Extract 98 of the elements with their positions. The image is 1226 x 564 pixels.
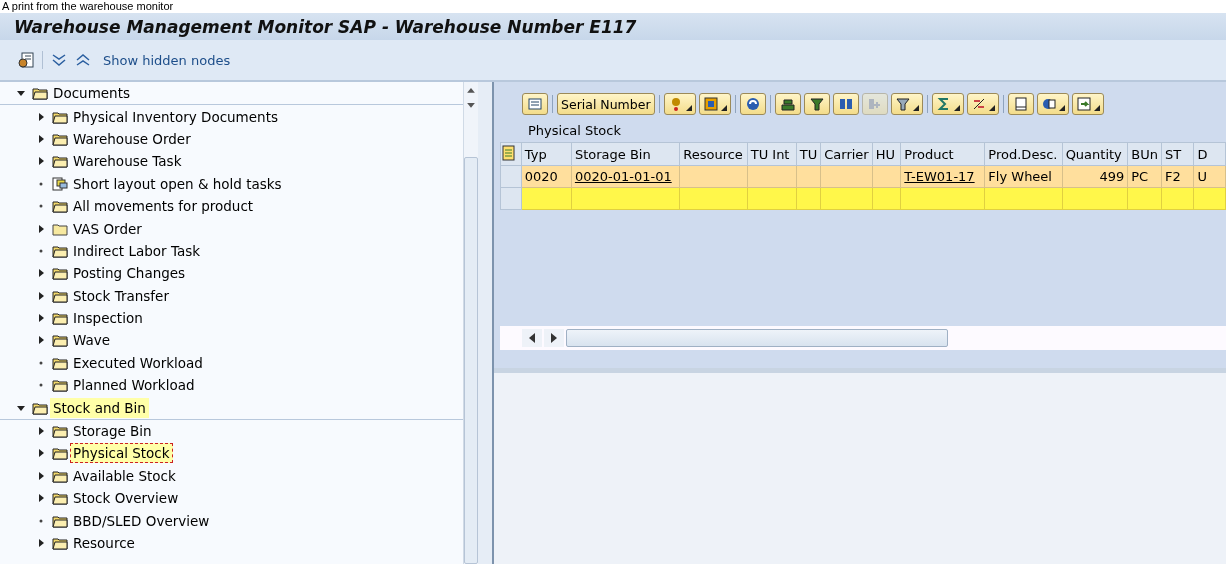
select-all-button[interactable] bbox=[500, 142, 522, 166]
toolbar-button[interactable] bbox=[931, 93, 964, 115]
column-header[interactable]: ST bbox=[1161, 142, 1194, 166]
tree-item[interactable]: Executed Workload bbox=[70, 352, 206, 373]
collapsed-icon[interactable] bbox=[36, 133, 46, 144]
scroll-left-icon[interactable] bbox=[528, 333, 536, 343]
toolbar-button[interactable] bbox=[774, 93, 801, 115]
collapse-all-icon[interactable] bbox=[75, 52, 91, 68]
refresh-icon bbox=[744, 96, 761, 112]
tree-item[interactable]: Physical Inventory Documents bbox=[70, 106, 281, 127]
tree-item[interactable]: Stock and Bin bbox=[50, 397, 149, 418]
folder-icon bbox=[32, 86, 48, 101]
folder-icon bbox=[52, 424, 68, 439]
column-header[interactable]: Prod.Desc. bbox=[984, 142, 1063, 166]
show-hidden-nodes-button[interactable]: Show hidden nodes bbox=[99, 52, 235, 68]
column-header[interactable]: Carrier bbox=[820, 142, 873, 166]
tree-item[interactable]: Stock Overview bbox=[70, 488, 182, 509]
toolbar-button[interactable] bbox=[1071, 93, 1104, 115]
collapsed-icon[interactable] bbox=[36, 156, 46, 167]
collapsed-icon[interactable] bbox=[36, 290, 46, 301]
layout-icon bbox=[527, 96, 543, 112]
folder-icon bbox=[52, 131, 68, 146]
scroll-right-icon[interactable] bbox=[550, 333, 558, 343]
collapsed-icon[interactable] bbox=[36, 426, 46, 437]
collapsed-icon[interactable] bbox=[36, 111, 46, 122]
tree-item[interactable]: Warehouse Order bbox=[70, 128, 194, 149]
tree-item[interactable]: Indirect Labor Task bbox=[70, 240, 204, 261]
tree-item[interactable]: Short layout open & hold tasks bbox=[70, 173, 285, 194]
column-header[interactable]: BUn bbox=[1127, 142, 1162, 166]
tree-item[interactable]: Resource bbox=[70, 533, 138, 553]
collapsed-icon[interactable] bbox=[36, 470, 46, 481]
column-header[interactable]: HU bbox=[872, 142, 901, 166]
column-header[interactable]: TU bbox=[796, 142, 821, 166]
folder-icon bbox=[52, 288, 68, 303]
horizontal-scrollbar-thumb[interactable] bbox=[566, 329, 948, 347]
tree-item[interactable]: Storage Bin bbox=[70, 421, 155, 442]
column-header[interactable]: D bbox=[1193, 142, 1226, 166]
folder-icon bbox=[52, 266, 68, 281]
collapsed-icon[interactable] bbox=[36, 493, 46, 504]
column-header[interactable]: Quantity bbox=[1062, 142, 1128, 166]
expand-all-icon[interactable] bbox=[51, 52, 67, 68]
toolbar-button[interactable] bbox=[1036, 93, 1069, 115]
collapsed-icon[interactable] bbox=[36, 268, 46, 279]
grid-title: Physical Stock bbox=[527, 121, 622, 140]
tree-item[interactable]: Inspection bbox=[70, 308, 146, 329]
toolbar-button[interactable] bbox=[890, 93, 923, 115]
caption-text: A print from the warehouse monitor bbox=[0, 0, 1226, 13]
tree-item[interactable]: Physical Stock bbox=[70, 443, 173, 464]
column-header[interactable]: Resource bbox=[679, 142, 748, 166]
toolbar-button[interactable] bbox=[698, 93, 731, 115]
tree-item[interactable]: VAS Order bbox=[70, 218, 145, 239]
tree-item[interactable]: Stock Transfer bbox=[70, 285, 172, 306]
filter-icon bbox=[808, 96, 825, 112]
grid-icon bbox=[702, 96, 719, 112]
folder-icon bbox=[52, 109, 68, 124]
tree-item[interactable]: Warehouse Task bbox=[70, 151, 185, 172]
serial-number-button[interactable]: Serial Number bbox=[557, 93, 655, 115]
column-header[interactable]: Product bbox=[900, 142, 985, 166]
scrollbar-thumb[interactable] bbox=[464, 157, 478, 564]
folder-icon bbox=[52, 311, 68, 326]
filter-icon bbox=[894, 96, 911, 112]
folder-icon bbox=[52, 221, 68, 236]
tree-item[interactable]: Available Stock bbox=[70, 465, 179, 486]
collapsed-icon[interactable] bbox=[36, 335, 46, 346]
folder-icon bbox=[52, 468, 68, 483]
folder-icon bbox=[52, 243, 68, 258]
layout-icon bbox=[52, 176, 68, 191]
collapsed-icon[interactable] bbox=[36, 538, 46, 548]
tree-item[interactable]: Documents bbox=[50, 83, 133, 104]
folder-icon bbox=[52, 154, 68, 169]
collapsed-icon[interactable] bbox=[36, 223, 46, 234]
column-header[interactable]: TU Int bbox=[747, 142, 797, 166]
toolbar-button[interactable] bbox=[803, 93, 830, 115]
tree-item[interactable]: Wave bbox=[70, 330, 114, 351]
folder-icon bbox=[52, 491, 68, 506]
tree-item[interactable]: Posting Changes bbox=[70, 263, 189, 284]
scroll-up-icon[interactable] bbox=[466, 86, 476, 96]
folder-icon bbox=[52, 536, 68, 550]
folder-icon bbox=[52, 446, 68, 461]
tree-item[interactable]: Planned Workload bbox=[70, 375, 198, 396]
collapsed-icon[interactable] bbox=[36, 313, 46, 324]
folder-icon bbox=[32, 400, 48, 415]
collapsed-icon[interactable] bbox=[36, 448, 46, 459]
toolbar-button[interactable] bbox=[966, 93, 999, 115]
layout-icon bbox=[501, 144, 517, 161]
window-title: Warehouse Management Monitor SAP - Warehouse Number E117 bbox=[0, 13, 1226, 40]
settings-icon[interactable] bbox=[18, 52, 34, 68]
toolbar-button[interactable] bbox=[663, 93, 696, 115]
folder-icon bbox=[52, 513, 68, 528]
column-header[interactable]: Typ bbox=[521, 142, 572, 166]
folder-icon bbox=[52, 355, 68, 370]
folder-icon bbox=[52, 333, 68, 348]
tree-item[interactable]: All movements for product bbox=[70, 196, 257, 217]
vertical-scrollbar[interactable] bbox=[463, 82, 478, 564]
folder-icon bbox=[52, 199, 68, 214]
column-header[interactable]: Storage Bin bbox=[571, 142, 680, 166]
folder-icon bbox=[52, 378, 68, 393]
tree-item[interactable]: BBD/SLED Overview bbox=[70, 510, 213, 531]
